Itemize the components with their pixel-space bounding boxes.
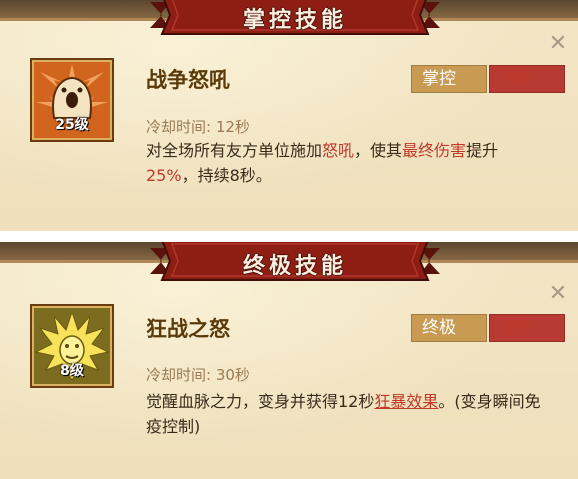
tag-damage-boost: 增伤 xyxy=(489,314,565,342)
tag-ultimate: 终极 xyxy=(411,314,487,342)
header-banner: 掌控技能 xyxy=(150,0,440,38)
skill-description: 觉醒血脉之力，变身并获得12秒狂暴效果。(变身瞬间免疫控制) xyxy=(146,389,546,439)
desc-text: 觉醒血脉之力，变身并获得12秒 xyxy=(146,392,375,411)
skill-level: 25级 xyxy=(55,117,89,133)
header-title: 掌控技能 xyxy=(242,8,347,33)
close-icon[interactable]: ✕ xyxy=(546,282,570,306)
desc-text: 提升 xyxy=(466,141,499,160)
skill-icon: 8级 xyxy=(30,304,114,388)
desc-highlight-percent: 25% xyxy=(146,166,182,185)
desc-link-berserk[interactable]: 狂暴效果 xyxy=(374,392,438,411)
desc-text: ，持续8秒。 xyxy=(181,166,272,185)
desc-highlight-final-damage: 最终伤害 xyxy=(402,141,467,160)
tag-control: 掌控 xyxy=(411,65,487,93)
tag-damage-boost: 增伤 xyxy=(489,65,565,93)
skill-panel-control: 掌控技能 ✕ 25级 战争怒吼 掌控 增伤 冷却时间: 12秒 对全场所有友方单… xyxy=(0,0,578,231)
skill-level: 8级 xyxy=(60,363,84,379)
desc-text: 对全场所有友方单位施加 xyxy=(146,141,323,160)
desc-highlight-roar: 怒吼 xyxy=(322,141,355,160)
skill-icon: 25级 xyxy=(30,58,114,142)
skill-panel-ultimate: 终极技能 ✕ 8级 狂战之怒 终极 增伤 冷却时间: 30秒 觉醒血脉之力，变身… xyxy=(0,242,578,479)
skill-name: 战争怒吼 xyxy=(146,68,230,92)
header-title: 终极技能 xyxy=(242,254,347,279)
skill-description: 对全场所有友方单位施加怒吼，使其最终伤害提升 25%，持续8秒。 xyxy=(146,138,546,188)
desc-text: ，使其 xyxy=(354,141,403,160)
close-icon[interactable]: ✕ xyxy=(546,32,570,56)
cooldown-text: 冷却时间: 30秒 xyxy=(146,366,250,384)
cooldown-text: 冷却时间: 12秒 xyxy=(146,118,250,136)
skill-name: 狂战之怒 xyxy=(146,317,230,341)
header-banner: 终极技能 xyxy=(150,242,440,284)
